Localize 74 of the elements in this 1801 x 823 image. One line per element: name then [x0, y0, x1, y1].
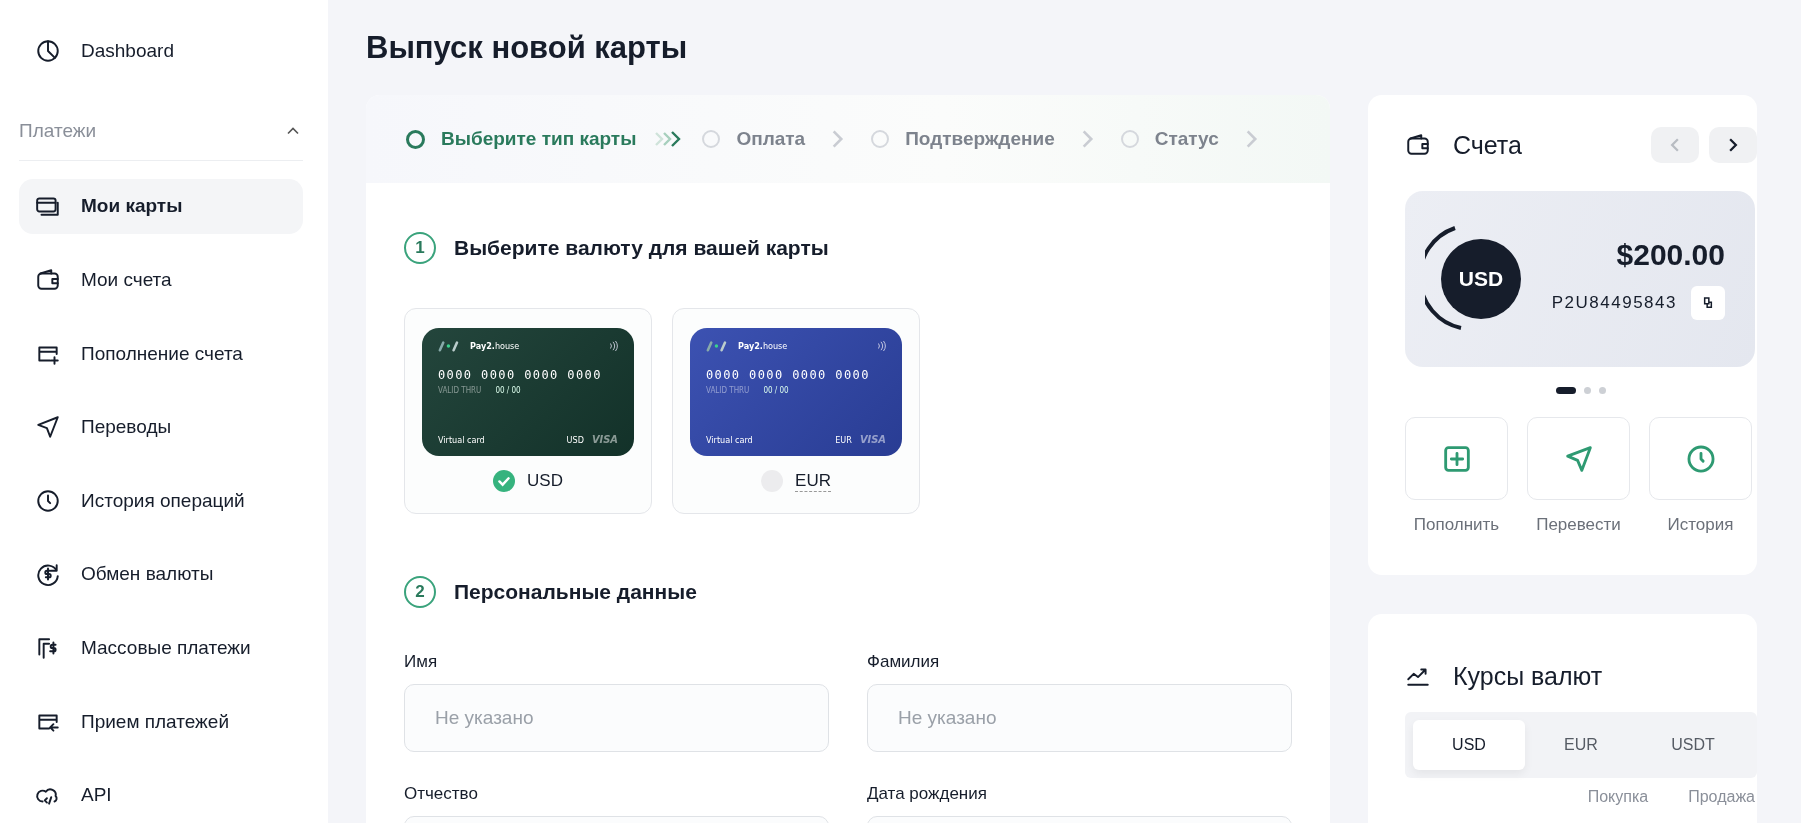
- currency-label: EUR: [795, 470, 831, 492]
- card-currency: EUR: [835, 434, 852, 445]
- currency-option[interactable]: Pay2.house 0000 0000 0000 0000 VALID THRU 00 / 00 Virtual card EUR VISA EUR: [672, 308, 920, 514]
- currency-tab[interactable]: USDT: [1637, 720, 1749, 770]
- sidebar-item[interactable]: Обмен валюты: [19, 546, 303, 603]
- currency-label: USD: [527, 471, 563, 491]
- sidebar-item[interactable]: Dashboard: [19, 26, 303, 76]
- card-type: Virtual card: [706, 434, 753, 445]
- action-button[interactable]: [1405, 417, 1508, 500]
- section-title: Персональные данные: [454, 580, 697, 604]
- send-icon: [35, 414, 61, 441]
- action-label: История: [1667, 515, 1734, 535]
- valid-date: 00 / 00: [495, 386, 521, 395]
- pager-dot[interactable]: [1599, 387, 1606, 394]
- sidebar-item[interactable]: Массовые платежи: [19, 620, 303, 676]
- action-label: Перевести: [1536, 515, 1621, 535]
- sidebar-item[interactable]: API: [19, 767, 303, 823]
- step-number: 1: [404, 232, 436, 264]
- balance: $200.00: [1616, 238, 1725, 272]
- next-button[interactable]: [1709, 127, 1757, 163]
- contactless-icon: [608, 340, 618, 352]
- card-type: Virtual card: [438, 434, 485, 445]
- column-header: Продажа: [1688, 788, 1755, 806]
- section-title: Платежи: [19, 119, 97, 142]
- card-currency: USD: [566, 434, 584, 445]
- action-button[interactable]: [1649, 417, 1752, 500]
- step[interactable]: Статус: [1120, 128, 1219, 150]
- dollar-exchange-icon: [35, 561, 61, 588]
- chevron-left-icon: [1671, 138, 1679, 152]
- card-network: VISA: [859, 433, 886, 446]
- input-field[interactable]: Не указано: [404, 684, 829, 752]
- action-button[interactable]: [1527, 417, 1630, 500]
- sidebar-item[interactable]: Мои счета: [19, 252, 303, 308]
- currency-tab[interactable]: USD: [1413, 720, 1525, 770]
- clock-icon: [35, 487, 61, 514]
- card-number: 0000 0000 0000 0000: [438, 367, 603, 383]
- card-number: 0000 0000 0000 0000: [706, 367, 871, 383]
- wallet-icon: [1405, 132, 1431, 158]
- step[interactable]: Оплата: [702, 128, 806, 150]
- valid-label: VALID THRU: [438, 386, 482, 395]
- step[interactable]: Подтверждение: [871, 128, 1055, 150]
- card-title: Счета: [1453, 130, 1522, 160]
- sidebar-item[interactable]: Переводы: [19, 399, 303, 455]
- field-label: Отчество: [404, 784, 479, 804]
- pie-chart-icon: [35, 37, 61, 64]
- sidebar-item[interactable]: Прием платежей: [19, 693, 303, 750]
- chevron-right-icon: [1729, 138, 1737, 152]
- sidebar-item[interactable]: История операций: [19, 473, 303, 529]
- contactless-icon: [876, 340, 886, 352]
- card-brand: Pay2.house: [738, 341, 788, 351]
- field-label: Фамилия: [867, 652, 941, 672]
- currency-badge: USD: [1441, 239, 1521, 319]
- radio-check[interactable]: [493, 470, 516, 492]
- field-label: Имя: [404, 652, 439, 672]
- action-label: Пополнить: [1413, 515, 1500, 535]
- card-title: Курсы валют: [1453, 661, 1603, 691]
- step-number: 2: [404, 576, 436, 608]
- currency-option[interactable]: Pay2.house 0000 0000 0000 0000 VALID THRU 00 / 00 Virtual card USD VISA USD: [404, 308, 652, 514]
- card-network: VISA: [591, 433, 618, 446]
- section-title: Выберите валюту для вашей карты: [454, 236, 829, 260]
- card-brand: Pay2.house: [470, 341, 520, 351]
- sidebar-item[interactable]: Пополнение счета: [19, 325, 303, 382]
- copy-button[interactable]: [1691, 286, 1725, 320]
- step[interactable]: Выберите тип карты: [406, 128, 637, 150]
- input-field[interactable]: Не указано: [867, 684, 1292, 752]
- valid-label: VALID THRU: [706, 386, 750, 395]
- sidebar-item[interactable]: Мои карты: [19, 178, 303, 235]
- column-header: Покупка: [1587, 788, 1649, 806]
- account-number: P2U84495843: [1551, 293, 1677, 313]
- currency-tab[interactable]: EUR: [1525, 720, 1637, 770]
- field-label: Дата рождения: [867, 784, 988, 804]
- pager-dot[interactable]: [1584, 387, 1591, 394]
- valid-date: 00 / 00: [763, 386, 789, 395]
- page-title: Выпуск новой карты: [366, 30, 689, 66]
